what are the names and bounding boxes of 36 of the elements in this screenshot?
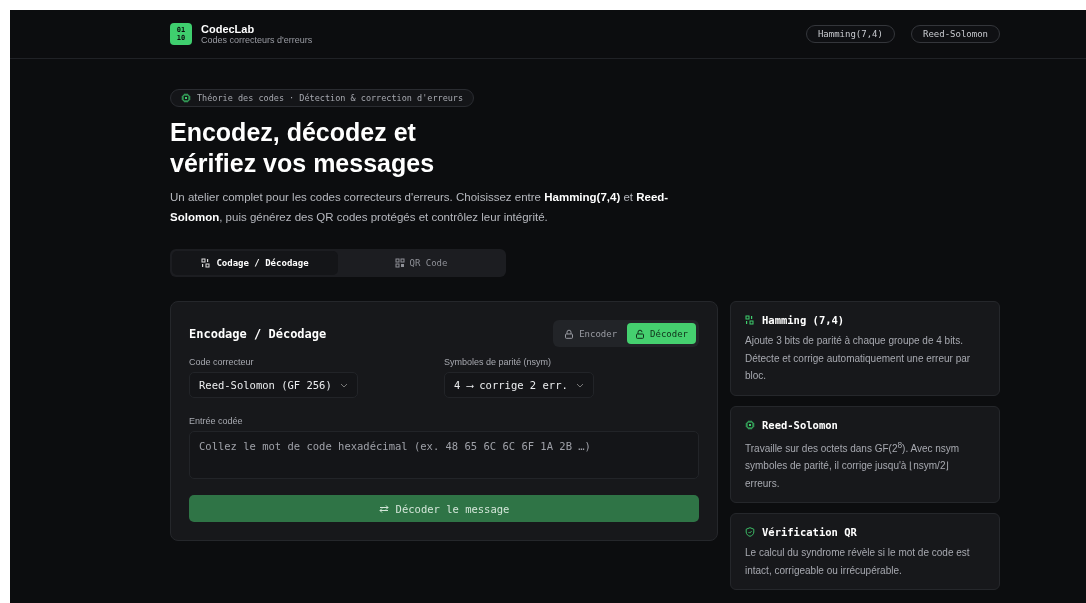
field-label: Symboles de parité (nsym) xyxy=(444,357,553,367)
mode-button[interactable]: Encoder xyxy=(556,323,626,344)
tab[interactable]: Codage / Décodage xyxy=(172,251,338,275)
field-label: Code correcteur xyxy=(189,357,255,367)
code-chip[interactable]: Hamming(7,4) xyxy=(805,25,895,43)
field-label: Entrée codée xyxy=(189,416,244,426)
chevron-down-icon xyxy=(339,382,348,388)
bits-icon xyxy=(201,258,212,268)
panel-title: Encodage / Décodage xyxy=(189,326,327,341)
chip-icon xyxy=(181,93,191,103)
chip-icon xyxy=(745,419,755,430)
lock-icon xyxy=(564,328,575,339)
mode-button[interactable]: Décoder xyxy=(627,323,696,344)
card-title: Vérification QR xyxy=(762,526,857,539)
card-text: Travaille sur des octets dans GF(2$^{8}$). Avec nsym symboles de parité, il corrige jusqu'à ⌊nsym/2⌋ erreurs. xyxy=(745,438,961,491)
swap-arrows-icon xyxy=(378,503,389,514)
lock-icon xyxy=(635,328,646,339)
page-heading: Encodez, décodez et vérifiez vos messages xyxy=(170,117,436,179)
badge-text: Théorie des codes · Détection & correction d'erreurs xyxy=(197,93,464,103)
qr-icon xyxy=(394,258,405,268)
app-title: CodecLab xyxy=(201,23,256,35)
card-title: Reed-Solomon xyxy=(762,418,838,431)
shield-icon xyxy=(745,527,755,538)
bits-icon xyxy=(745,315,755,325)
code-input[interactable]: Collez le mot de code hexadécimal (ex. 48 65 6C 6C 6F 1A 2B …) xyxy=(189,431,699,479)
intro-paragraph: Un atelier complet pour les codes correcteurs d'erreurs. Choisissez entre Hamming(7,4) et Reed-Solomon, puis générez des QR codes protégés et contrôlez leur intégrité. xyxy=(170,190,670,225)
decode-button[interactable]: Décoder le message xyxy=(189,495,699,522)
card-title: Hamming (7,4) xyxy=(762,314,845,326)
dropdown[interactable]: 4 ⟶ corrige 2 err. xyxy=(444,372,594,398)
card-text: Le calcul du syndrome révèle si le mot de code est intact, corrigeable ou irrécupérable. xyxy=(745,546,971,578)
tab[interactable]: QR Code xyxy=(338,251,504,275)
card-text: Ajoute 3 bits de parité à chaque groupe de 4 bits. Détecte et corrige automatiquement une erreur par bloc. xyxy=(745,334,972,383)
app-subtitle: Codes correcteurs d'erreurs xyxy=(201,35,313,45)
dropdown[interactable]: Reed-Solomon (GF 256) xyxy=(189,372,358,398)
code-chip[interactable]: Reed-Solomon xyxy=(910,25,1000,43)
chevron-down-icon xyxy=(575,382,584,388)
